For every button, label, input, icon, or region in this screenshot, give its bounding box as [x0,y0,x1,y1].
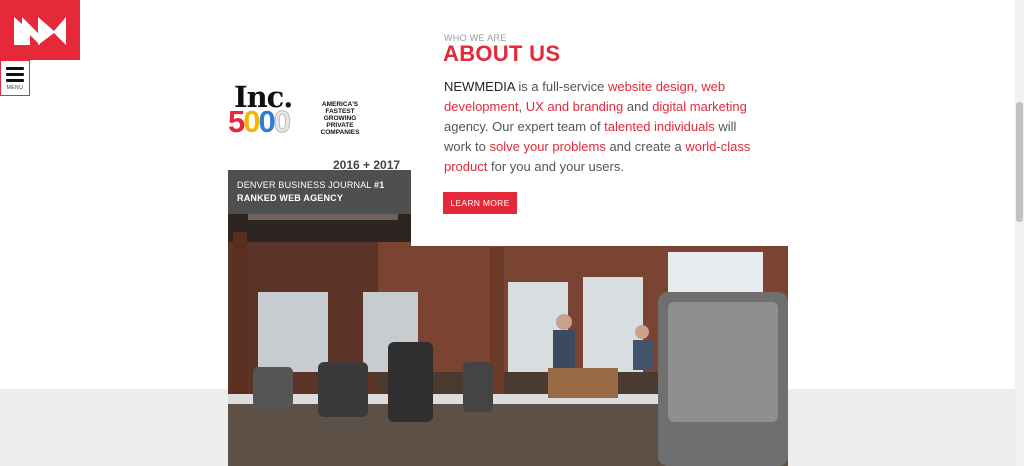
badge-line-1: DENVER BUSINESS JOURNAL #1 [237,180,385,190]
menu-button[interactable]: MENU [0,60,30,96]
ranking-badge: DENVER BUSINESS JOURNAL #1 RANKED WEB AG… [228,170,411,214]
about-paragraph: NEWMEDIA is a full-service website desig… [444,79,751,174]
link-digital-marketing[interactable]: digital marketing [652,99,747,114]
link-website-design[interactable]: website design [608,79,694,94]
inc-5000-award: Inc. 5000 AMERICA'S FASTEST GROWING PRIV… [228,80,368,148]
menu-label: MENU [6,85,24,91]
scrollbar-thumb[interactable] [1016,102,1023,222]
link-talented-individuals[interactable]: talented individuals [604,119,715,134]
section-title: ABOUT US [443,41,561,66]
inc-tagline: AMERICA'S FASTEST GROWING PRIVATE COMPAN… [320,101,360,136]
learn-more-button[interactable]: LEARN MORE [443,192,517,214]
link-ux-branding[interactable]: UX and branding [526,99,624,114]
nm-logo-icon [14,17,66,45]
newmedia-logo[interactable] [0,0,80,60]
badge-line-2: RANKED WEB AGENCY [237,193,344,203]
scrollbar-track[interactable] [1015,0,1024,466]
inc-5000-number: 5000 [228,104,292,140]
hamburger-icon [6,67,24,85]
link-solve-problems[interactable]: solve your problems [490,139,606,154]
